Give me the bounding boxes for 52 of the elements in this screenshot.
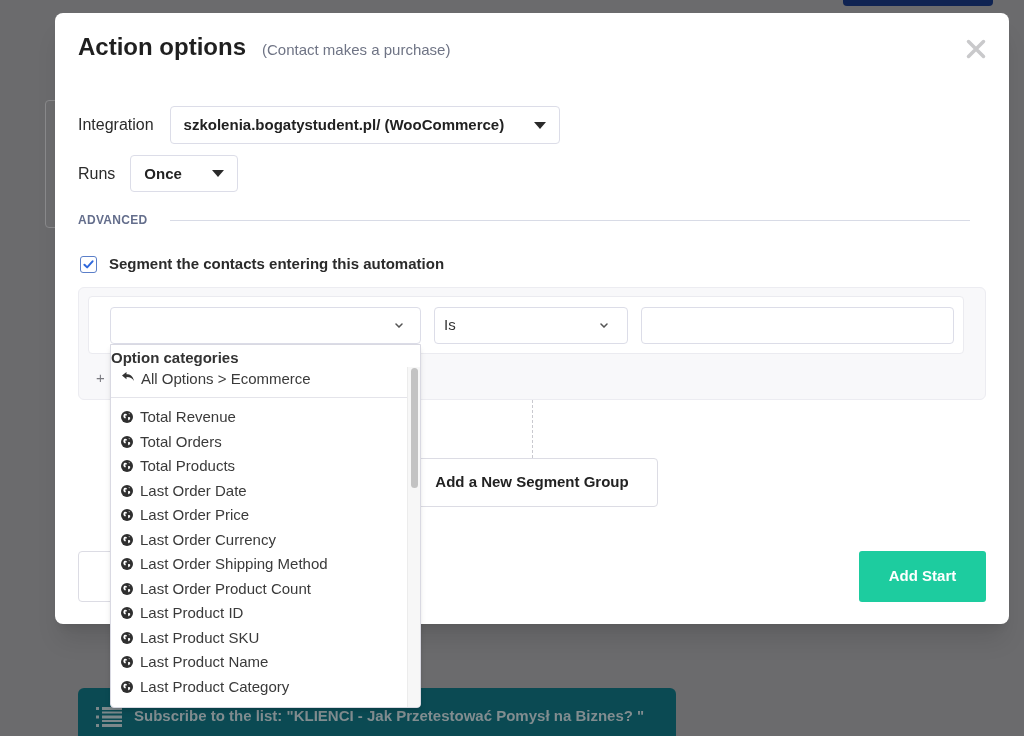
menu-option[interactable]: Last Order Price	[111, 503, 407, 528]
menu-option[interactable]: Last Order Shipping Method	[111, 552, 407, 577]
globe-icon	[121, 484, 133, 497]
section-heading: ADVANCED	[78, 212, 148, 228]
globe-icon	[121, 460, 133, 473]
menu-option[interactable]: Last Product ID	[111, 601, 407, 626]
menu-heading: Option categories	[111, 348, 240, 368]
dialog-subtitle: (Contact makes a purchase)	[262, 40, 451, 60]
dropdown-select[interactable]: szkolenia.bogatystudent.pl/ (WooCommerce)	[169, 106, 561, 144]
checkbox-label: Segment the contacts entering this automation	[109, 254, 445, 274]
globe-icon	[121, 631, 133, 644]
menu-option[interactable]: Total Products	[111, 454, 407, 479]
menu-option[interactable]: Last Order Product Count	[111, 576, 407, 601]
close-button[interactable]	[966, 39, 986, 59]
chevron-icon	[600, 322, 608, 328]
globe-icon	[121, 533, 133, 546]
chevron-icon	[395, 322, 403, 328]
field-select[interactable]	[110, 306, 421, 344]
field-label: Integration	[78, 115, 154, 135]
globe-icon	[121, 607, 133, 620]
list-icon	[96, 706, 122, 728]
globe-icon	[121, 656, 133, 669]
caret-icon	[211, 170, 224, 177]
connector-line	[531, 400, 533, 458]
close-icon	[966, 39, 986, 59]
list-bar-text: Subscribe to the list: "KLIENCI - Jak Przetestować Pomysł na Biznes? "	[134, 707, 645, 725]
value-input[interactable]	[641, 306, 954, 344]
back-arrow-icon	[122, 372, 134, 381]
dropdown-select[interactable]: Once	[130, 155, 238, 192]
menu-option[interactable]: Last Product SKU	[111, 625, 407, 650]
add-button[interactable]: +	[96, 369, 105, 387]
checkbox[interactable]	[80, 255, 97, 273]
scrollbar-thumb[interactable]	[410, 368, 418, 488]
menu-option[interactable]: Last Order Date	[111, 478, 407, 503]
check-icon	[83, 259, 94, 269]
globe-icon	[121, 558, 133, 571]
menu-option[interactable]: Last Product Name	[111, 650, 407, 675]
globe-icon	[121, 680, 133, 693]
menu-option[interactable]: Last Product Category	[111, 674, 407, 699]
menu-option[interactable]: Total Orders	[111, 429, 407, 454]
globe-icon	[121, 582, 133, 595]
caret-icon	[534, 121, 547, 129]
page-button[interactable]	[843, 0, 993, 6]
globe-icon	[121, 509, 133, 522]
globe-icon	[121, 435, 133, 448]
back-menu-item[interactable]: All Options > Ecommerce	[111, 368, 407, 390]
dialog-title: Action options	[78, 32, 246, 62]
field-label: Runs	[78, 163, 116, 184]
menu-option[interactable]: Last Order Currency	[111, 527, 407, 552]
operator-select[interactable]: Is	[434, 306, 628, 344]
menu-option[interactable]: Total Revenue	[111, 405, 407, 430]
globe-icon	[121, 411, 133, 424]
